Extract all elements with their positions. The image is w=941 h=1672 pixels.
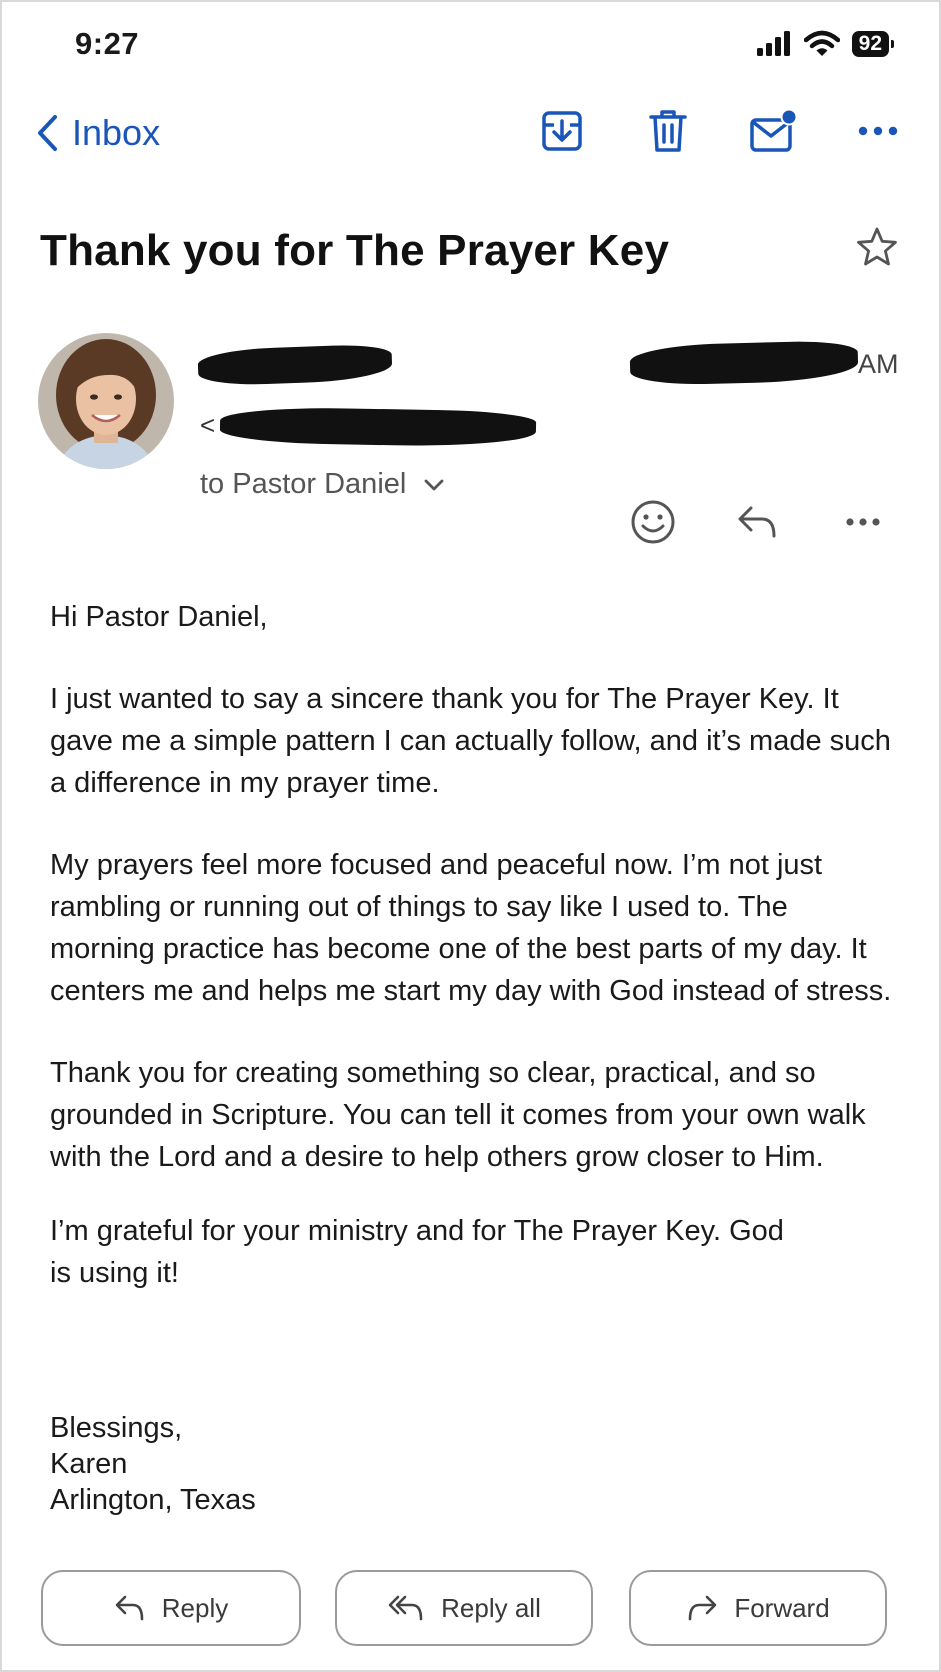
received-time-suffix: AM	[858, 349, 899, 379]
forward-icon	[689, 1595, 717, 1621]
sender-email-open-bracket: <	[200, 410, 216, 440]
body-paragraph: I just wanted to say a sincere thank you…	[50, 683, 891, 799]
reply-icon	[115, 1595, 144, 1621]
star-icon	[857, 227, 897, 266]
emoji-icon	[631, 500, 675, 544]
star-button[interactable]	[856, 226, 898, 273]
recipient-label: to Pastor Daniel	[200, 468, 407, 500]
body-paragraph: Thank you for creating something so clea…	[50, 1057, 866, 1173]
body-paragraph: I’m grateful for your ministry and for T…	[50, 1215, 784, 1289]
redacted-sender-email	[219, 406, 537, 448]
reply-icon	[738, 506, 776, 538]
back-to-inbox-button[interactable]: Inbox	[36, 112, 160, 154]
chevron-down-icon	[424, 479, 444, 490]
more-options-button[interactable]	[853, 106, 903, 156]
back-label: Inbox	[72, 112, 161, 153]
add-reaction-button[interactable]	[627, 496, 679, 548]
trash-icon	[649, 110, 687, 152]
forward-label: Forward	[734, 1592, 830, 1623]
body-greeting: Hi Pastor Daniel,	[50, 601, 268, 633]
reply-button[interactable]: Reply	[41, 1570, 301, 1646]
signature-line: Arlington, Texas	[50, 1484, 256, 1516]
reply-label: Reply	[161, 1592, 229, 1623]
signature-line: Karen	[50, 1448, 128, 1480]
chevron-left-icon	[38, 115, 57, 151]
mark-unread-button[interactable]	[748, 106, 798, 156]
message-more-button[interactable]	[837, 496, 889, 548]
signature-line: Blessings,	[50, 1412, 183, 1444]
forward-button[interactable]: Forward	[629, 1570, 887, 1646]
signature: Blessings, Karen Arlington, Texas	[50, 1410, 256, 1518]
archive-icon	[542, 111, 582, 151]
redacted-received-time	[629, 340, 859, 386]
reply-all-button[interactable]: Reply all	[335, 1570, 593, 1646]
status-icons: 92	[756, 30, 895, 58]
reply-icon-button[interactable]	[731, 496, 783, 548]
reply-all-icon	[388, 1595, 423, 1621]
delete-button[interactable]	[643, 106, 693, 156]
sender-avatar[interactable]	[38, 333, 174, 469]
archive-button[interactable]	[537, 106, 587, 156]
mail-unread-icon	[750, 108, 798, 152]
more-icon	[846, 518, 880, 526]
battery-indicator: 92	[851, 31, 895, 57]
reply-all-label: Reply all	[441, 1592, 541, 1623]
email-body: Hi Pastor Daniel, I just wanted to say a…	[50, 596, 900, 1334]
more-icon	[858, 126, 898, 136]
wifi-icon	[803, 30, 840, 56]
body-paragraph: My prayers feel more focused and peacefu…	[50, 849, 892, 1007]
cellular-signal-icon	[756, 31, 790, 56]
email-subject: Thank you for The Prayer Key	[40, 226, 670, 275]
recipient-details-toggle[interactable]: to Pastor Daniel	[200, 468, 444, 501]
redacted-sender-name	[197, 343, 393, 387]
status-time: 9:27	[75, 26, 140, 61]
